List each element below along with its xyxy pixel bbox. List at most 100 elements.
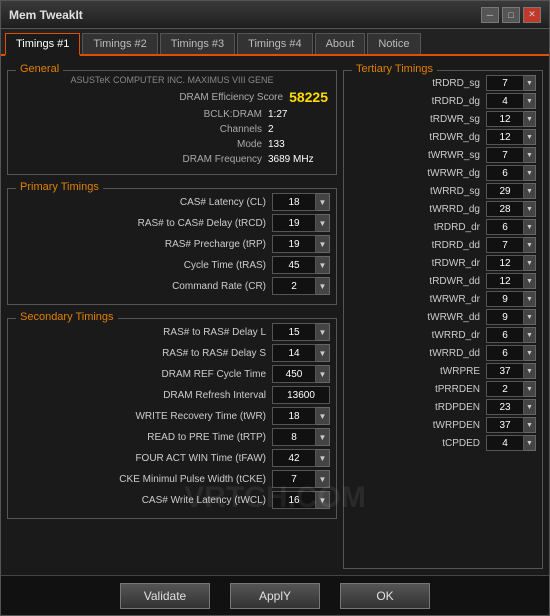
close-button[interactable]: ✕: [523, 7, 541, 23]
secondary-dropdown-btn[interactable]: ▼: [316, 323, 330, 341]
tab-timings2[interactable]: Timings #2: [82, 33, 157, 54]
tertiary-dropdown-btn[interactable]: ▼: [524, 201, 536, 217]
tertiary-dropdown-btn[interactable]: ▼: [524, 93, 536, 109]
primary-timing-input[interactable]: [272, 235, 316, 253]
tertiary-dropdown-btn[interactable]: ▼: [524, 183, 536, 199]
tab-timings4[interactable]: Timings #4: [237, 33, 312, 54]
tertiary-input-group: ▼: [486, 237, 536, 253]
tertiary-dropdown-btn[interactable]: ▼: [524, 327, 536, 343]
tertiary-timing-input[interactable]: [486, 75, 524, 91]
tertiary-dropdown-btn[interactable]: ▼: [524, 309, 536, 325]
tertiary-timing-input[interactable]: [486, 219, 524, 235]
secondary-timing-input[interactable]: [272, 365, 316, 383]
secondary-dropdown-btn[interactable]: ▼: [316, 470, 330, 488]
tertiary-timing-input[interactable]: [486, 93, 524, 109]
tertiary-timing-label: tPRRDEN: [350, 384, 486, 395]
tertiary-input-group: ▼: [486, 417, 536, 433]
tertiary-input-group: ▼: [486, 363, 536, 379]
primary-row: Command Rate (CR) ▼: [14, 277, 330, 295]
secondary-input-group: ▼: [272, 449, 330, 467]
tertiary-timing-input[interactable]: [486, 309, 524, 325]
secondary-dropdown-btn[interactable]: ▼: [316, 344, 330, 362]
secondary-timing-input[interactable]: [272, 386, 330, 404]
secondary-timing-input[interactable]: [272, 428, 316, 446]
tertiary-timing-input[interactable]: [486, 111, 524, 127]
primary-dropdown-btn[interactable]: ▼: [316, 235, 330, 253]
tab-timings1[interactable]: Timings #1: [5, 33, 80, 56]
secondary-timing-input[interactable]: [272, 407, 316, 425]
secondary-dropdown-btn[interactable]: ▼: [316, 428, 330, 446]
tertiary-timing-input[interactable]: [486, 147, 524, 163]
main-window: Mem TweakIt ─ □ ✕ Timings #1 Timings #2 …: [0, 0, 550, 616]
tertiary-timing-input[interactable]: [486, 273, 524, 289]
primary-timing-label: CAS# Latency (CL): [14, 197, 272, 208]
primary-dropdown-btn[interactable]: ▼: [316, 256, 330, 274]
footer: Validate ApplY OK: [1, 575, 549, 615]
primary-timing-input[interactable]: [272, 193, 316, 211]
tertiary-dropdown-btn[interactable]: ▼: [524, 255, 536, 271]
secondary-dropdown-btn[interactable]: ▼: [316, 365, 330, 383]
secondary-timing-input[interactable]: [272, 491, 316, 509]
primary-dropdown-btn[interactable]: ▼: [316, 214, 330, 232]
primary-timing-input[interactable]: [272, 214, 316, 232]
secondary-timing-input[interactable]: [272, 449, 316, 467]
apply-button[interactable]: ApplY: [230, 583, 320, 609]
tertiary-timing-input[interactable]: [486, 363, 524, 379]
secondary-timing-input[interactable]: [272, 470, 316, 488]
tertiary-dropdown-btn[interactable]: ▼: [524, 417, 536, 433]
primary-dropdown-btn[interactable]: ▼: [316, 193, 330, 211]
tertiary-dropdown-btn[interactable]: ▼: [524, 147, 536, 163]
tertiary-dropdown-btn[interactable]: ▼: [524, 381, 536, 397]
tertiary-timing-input[interactable]: [486, 417, 524, 433]
restore-button[interactable]: □: [502, 7, 520, 23]
dram-efficiency-label: DRAM Efficiency Score: [179, 92, 283, 103]
tertiary-dropdown-btn[interactable]: ▼: [524, 129, 536, 145]
tertiary-dropdown-btn[interactable]: ▼: [524, 363, 536, 379]
secondary-timing-input[interactable]: [272, 323, 316, 341]
secondary-timing-input[interactable]: [272, 344, 316, 362]
tertiary-timing-input[interactable]: [486, 345, 524, 361]
tertiary-dropdown-btn[interactable]: ▼: [524, 165, 536, 181]
tertiary-timing-input[interactable]: [486, 201, 524, 217]
tab-notice[interactable]: Notice: [367, 33, 420, 54]
tertiary-dropdown-btn[interactable]: ▼: [524, 399, 536, 415]
tab-timings3[interactable]: Timings #3: [160, 33, 235, 54]
tertiary-timing-input[interactable]: [486, 183, 524, 199]
tertiary-dropdown-btn[interactable]: ▼: [524, 435, 536, 451]
ok-button[interactable]: OK: [340, 583, 430, 609]
tertiary-dropdown-btn[interactable]: ▼: [524, 345, 536, 361]
minimize-button[interactable]: ─: [481, 7, 499, 23]
tab-about[interactable]: About: [315, 33, 366, 54]
tertiary-timing-input[interactable]: [486, 237, 524, 253]
tertiary-timing-input[interactable]: [486, 435, 524, 451]
tertiary-timing-input[interactable]: [486, 291, 524, 307]
tertiary-input-group: ▼: [486, 309, 536, 325]
tertiary-dropdown-btn[interactable]: ▼: [524, 237, 536, 253]
tertiary-input-group: ▼: [486, 93, 536, 109]
tertiary-dropdown-btn[interactable]: ▼: [524, 111, 536, 127]
secondary-dropdown-btn[interactable]: ▼: [316, 491, 330, 509]
primary-dropdown-btn[interactable]: ▼: [316, 277, 330, 295]
secondary-input-group: ▼: [272, 323, 330, 341]
tertiary-timing-input[interactable]: [486, 381, 524, 397]
tertiary-row: tPRRDEN ▼: [350, 381, 536, 397]
tertiary-timing-input[interactable]: [486, 165, 524, 181]
validate-button[interactable]: Validate: [120, 583, 210, 609]
tertiary-timing-input[interactable]: [486, 255, 524, 271]
tertiary-dropdown-btn[interactable]: ▼: [524, 273, 536, 289]
secondary-dropdown-btn[interactable]: ▼: [316, 449, 330, 467]
tertiary-timing-label: tWRRD_dg: [350, 204, 486, 215]
dram-efficiency-value: 58225: [289, 89, 328, 105]
tertiary-timing-input[interactable]: [486, 399, 524, 415]
secondary-timing-label: FOUR ACT WIN Time (tFAW): [14, 453, 272, 464]
tertiary-dropdown-btn[interactable]: ▼: [524, 75, 536, 91]
secondary-dropdown-btn[interactable]: ▼: [316, 407, 330, 425]
primary-timing-input[interactable]: [272, 256, 316, 274]
primary-input-group: ▼: [272, 193, 330, 211]
tertiary-dropdown-btn[interactable]: ▼: [524, 219, 536, 235]
tertiary-timing-input[interactable]: [486, 129, 524, 145]
primary-timing-input[interactable]: [272, 277, 316, 295]
tertiary-dropdown-btn[interactable]: ▼: [524, 291, 536, 307]
tertiary-timing-label: tRDRD_sg: [350, 78, 486, 89]
tertiary-timing-input[interactable]: [486, 327, 524, 343]
